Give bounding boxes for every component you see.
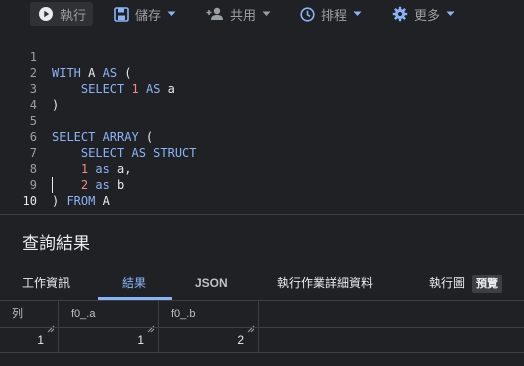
code-line: 6 SELECT AS STRUCT bbox=[0, 113, 524, 160]
tab-execution-details[interactable]: 執行作業詳細資料 bbox=[277, 266, 373, 300]
row-border bbox=[0, 352, 524, 353]
sql-editor[interactable]: 1 WITH A AS ( 2 SELECT 1 AS a 3 ) 4 5 SE… bbox=[0, 28, 524, 214]
gear-icon bbox=[392, 6, 408, 22]
share-button[interactable]: 共用 bbox=[206, 2, 271, 26]
run-label: 執行 bbox=[60, 7, 87, 23]
caret-down-icon bbox=[262, 11, 271, 17]
share-label: 共用 bbox=[230, 7, 257, 23]
tab-results[interactable]: 結果 bbox=[122, 266, 146, 300]
tab-job-info[interactable]: 工作資訊 bbox=[22, 266, 70, 300]
code-line: 9 ) FROM A bbox=[0, 161, 524, 208]
column-header-f0-a[interactable]: f0_.a bbox=[59, 301, 159, 333]
code-line: 2 SELECT 1 AS a bbox=[0, 49, 524, 96]
preview-badge: 預覽 bbox=[472, 275, 502, 293]
code-line: 4 bbox=[0, 81, 524, 112]
play-icon bbox=[38, 6, 54, 22]
resize-grip-icon[interactable] bbox=[247, 317, 255, 333]
tab-execution-graph[interactable]: 執行圖 bbox=[429, 266, 465, 300]
schedule-button[interactable]: 排程 bbox=[300, 2, 362, 26]
results-table: 列 f0_.a f0_.b 1 1 2 bbox=[0, 301, 524, 366]
save-label: 儲存 bbox=[135, 7, 162, 23]
save-button[interactable]: 儲存 bbox=[114, 2, 176, 26]
code-line: 7 1 as a, bbox=[0, 129, 524, 176]
clock-icon bbox=[300, 6, 315, 22]
code-line-current: 10 bbox=[0, 177, 524, 208]
schedule-label: 排程 bbox=[321, 7, 348, 23]
column-header-label: f0_.a bbox=[71, 308, 96, 320]
table-cell-row: 1 bbox=[0, 328, 59, 352]
column-header-label: 列 bbox=[12, 308, 23, 320]
panel-divider[interactable] bbox=[0, 214, 524, 215]
caret-down-icon bbox=[353, 11, 362, 17]
results-tabs: 工作資訊 結果 JSON 執行作業詳細資料 執行圖 預覽 bbox=[0, 266, 524, 300]
code-line: 1 WITH A AS ( bbox=[0, 33, 524, 80]
line-number: 10 bbox=[22, 194, 37, 208]
query-toolbar: 執行 儲存 共用 排程 更多 bbox=[0, 0, 524, 28]
more-label: 更多 bbox=[414, 7, 441, 23]
run-button[interactable]: 執行 bbox=[30, 2, 93, 26]
code-text: ) FROM A bbox=[52, 194, 110, 208]
code-line: 5 SELECT ARRAY ( bbox=[0, 97, 524, 144]
code-line: 3 ) bbox=[0, 65, 524, 112]
resize-grip-icon[interactable] bbox=[47, 317, 55, 333]
person-add-icon bbox=[206, 7, 224, 21]
column-header-label: f0_.b bbox=[171, 308, 196, 320]
tab-json[interactable]: JSON bbox=[195, 266, 228, 300]
more-button[interactable]: 更多 bbox=[392, 2, 455, 26]
code-line: 8 2 as b bbox=[0, 145, 524, 192]
results-title: 查詢結果 bbox=[22, 234, 90, 253]
column-header-row[interactable]: 列 bbox=[0, 301, 59, 333]
text-cursor bbox=[52, 177, 53, 193]
column-header-f0-b[interactable]: f0_.b bbox=[159, 301, 259, 333]
caret-down-icon bbox=[446, 11, 455, 17]
table-cell-f0-b: 2 bbox=[159, 328, 259, 352]
caret-down-icon bbox=[167, 11, 176, 17]
table-cell-f0-a: 1 bbox=[59, 328, 159, 352]
resize-grip-icon[interactable] bbox=[147, 317, 155, 333]
save-icon bbox=[114, 6, 129, 22]
